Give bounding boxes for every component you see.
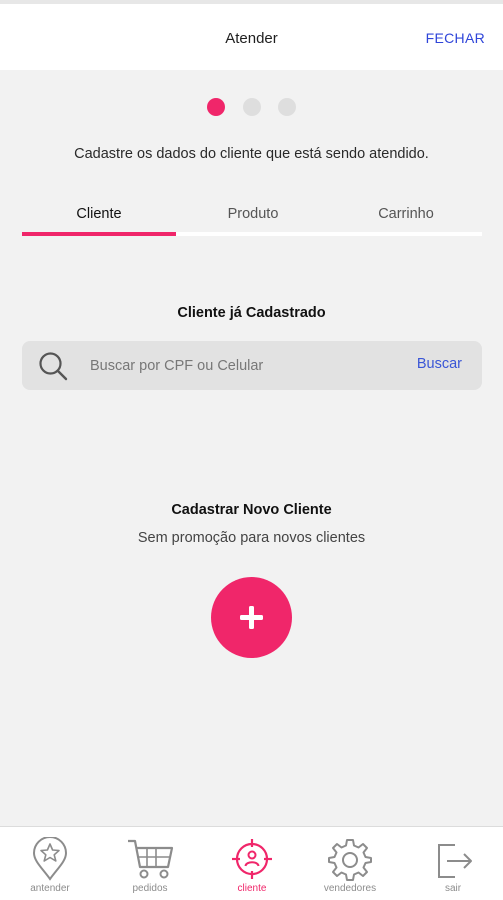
- search-bar: Buscar: [22, 341, 482, 390]
- exit-icon: [438, 844, 472, 878]
- tab-active-indicator: [22, 232, 176, 236]
- nav-label-pedidos: pedidos: [132, 883, 168, 894]
- nav-label-sair: sair: [444, 883, 462, 894]
- instruction-text: Cadastre os dados do cliente que está se…: [74, 146, 429, 162]
- nav-item-cliente[interactable]: cliente: [202, 827, 302, 900]
- nav-item-atender[interactable]: antender: [0, 827, 100, 900]
- step-dot-2: [243, 98, 261, 116]
- cart-icon: [128, 839, 174, 879]
- nav-item-pedidos[interactable]: pedidos: [100, 827, 200, 900]
- search-button[interactable]: Buscar: [417, 356, 462, 372]
- tab-bar: Cliente Produto Carrinho: [22, 200, 482, 236]
- search-input[interactable]: [90, 341, 390, 390]
- step-dot-1: [207, 98, 225, 116]
- step-indicator: [0, 98, 503, 118]
- existing-client-title: Cliente já Cadastrado: [177, 305, 326, 321]
- star-pin-icon: [32, 837, 68, 881]
- step-dot-3: [278, 98, 296, 116]
- nav-label-atender: antender: [30, 883, 70, 894]
- nav-label-vendedores: vendedores: [323, 883, 377, 894]
- tab-cliente[interactable]: Cliente: [22, 206, 176, 222]
- tab-produto[interactable]: Produto: [176, 206, 330, 222]
- gear-icon: [328, 839, 372, 881]
- close-button[interactable]: FECHAR: [426, 30, 485, 46]
- target-person-icon: [232, 839, 272, 879]
- add-client-button[interactable]: [211, 577, 292, 658]
- nav-item-sair[interactable]: sair: [403, 827, 503, 900]
- search-icon: [38, 351, 68, 381]
- plus-icon: [240, 606, 263, 629]
- bottom-nav: antender pedidos cliente vendedores sair: [0, 826, 503, 900]
- nav-item-vendedores[interactable]: vendedores: [300, 827, 400, 900]
- nav-label-cliente: cliente: [237, 883, 267, 894]
- header: Atender FECHAR: [0, 4, 503, 70]
- new-client-subtitle: Sem promoção para novos clientes: [137, 530, 366, 546]
- new-client-title: Cadastrar Novo Cliente: [171, 502, 332, 518]
- tab-carrinho[interactable]: Carrinho: [330, 206, 482, 222]
